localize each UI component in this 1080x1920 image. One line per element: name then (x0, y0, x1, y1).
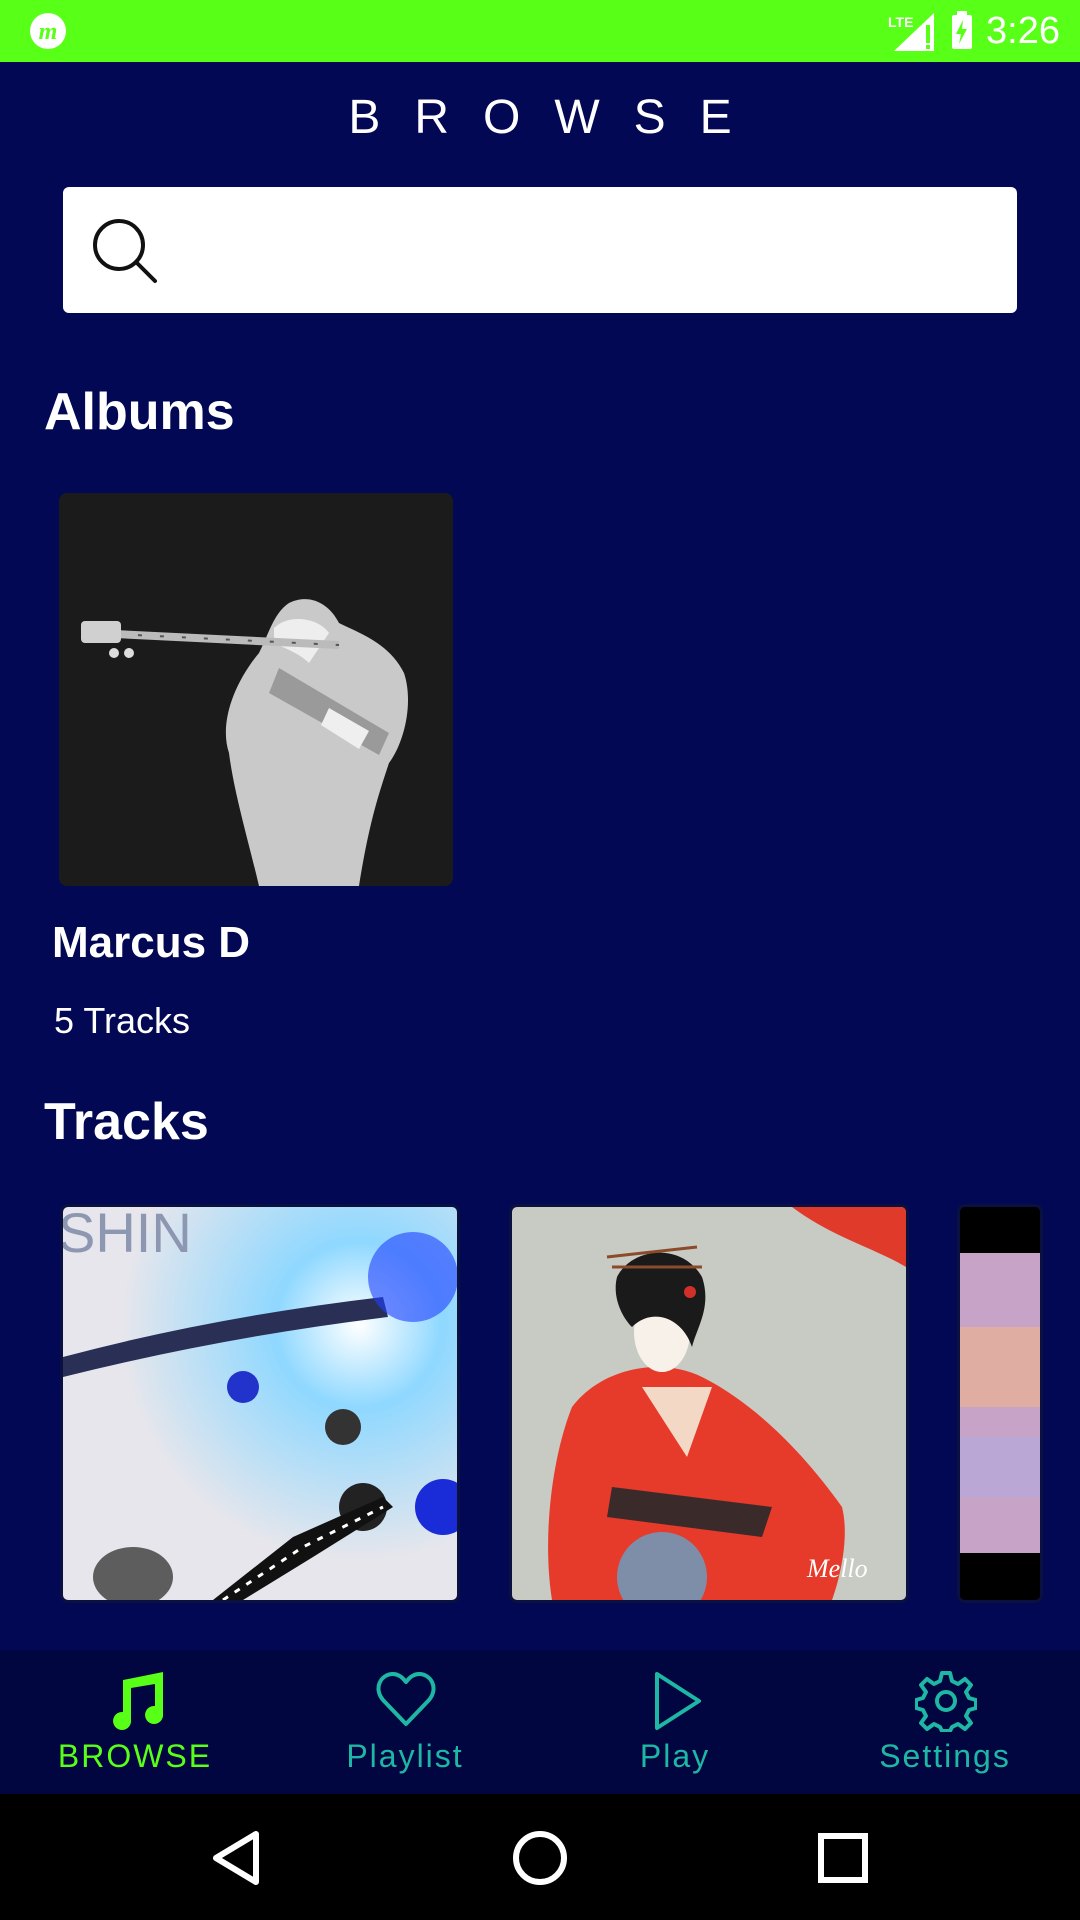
track-card[interactable]: SHIN (60, 1204, 460, 1603)
nav-label-playlist: Playlist (346, 1738, 464, 1774)
battery-charging-icon (952, 11, 973, 49)
status-time: 3:26 (986, 9, 1060, 52)
nav-item-browse[interactable]: BROWSE (0, 1650, 270, 1794)
search-icon[interactable] (91, 217, 159, 285)
nav-label-play: Play (639, 1738, 711, 1774)
heart-icon (376, 1672, 436, 1726)
search-bar[interactable] (63, 187, 1017, 313)
track-cover-image: Mello (512, 1207, 906, 1600)
track-card[interactable]: Mello (509, 1204, 909, 1603)
nav-item-play[interactable]: Play (540, 1650, 810, 1794)
svg-text:m: m (39, 19, 58, 45)
nav-item-playlist[interactable]: Playlist (270, 1650, 540, 1794)
network-type-label: LTE (888, 14, 913, 30)
track-cover-image: SHIN (63, 1207, 457, 1600)
nav-label-browse: BROWSE (57, 1738, 213, 1774)
play-icon (655, 1672, 701, 1730)
albums-heading: Albums (44, 383, 235, 441)
album-card-art[interactable] (59, 493, 453, 886)
music-note-icon (113, 1672, 164, 1730)
nav-label-settings: Settings (879, 1738, 1011, 1774)
system-navigation-bar (0, 1794, 1080, 1920)
app-logo-icon: m (30, 13, 66, 49)
page-title: BROWSE (348, 91, 766, 144)
track-card[interactable] (957, 1204, 1043, 1603)
track-cover-image (960, 1207, 1040, 1600)
status-bar: m LTE 3:26 (0, 0, 1080, 62)
gear-icon (915, 1671, 977, 1732)
signal-icon: LTE (888, 13, 935, 51)
search-input[interactable] (183, 207, 987, 295)
nav-item-settings[interactable]: Settings (810, 1650, 1080, 1794)
album-track-count: 5 Tracks (54, 1000, 191, 1041)
home-icon[interactable] (510, 1828, 570, 1888)
bottom-navigation: BROWSE Playlist Play Settings (0, 1650, 1080, 1794)
album-name[interactable]: Marcus D (52, 918, 250, 968)
album-cover-image (59, 493, 453, 886)
svg-text:SHIN: SHIN (63, 1207, 192, 1264)
svg-text:Mello: Mello (806, 1554, 868, 1583)
tracks-heading: Tracks (44, 1093, 209, 1151)
back-icon[interactable] (208, 1828, 268, 1888)
recents-icon[interactable] (813, 1828, 873, 1888)
